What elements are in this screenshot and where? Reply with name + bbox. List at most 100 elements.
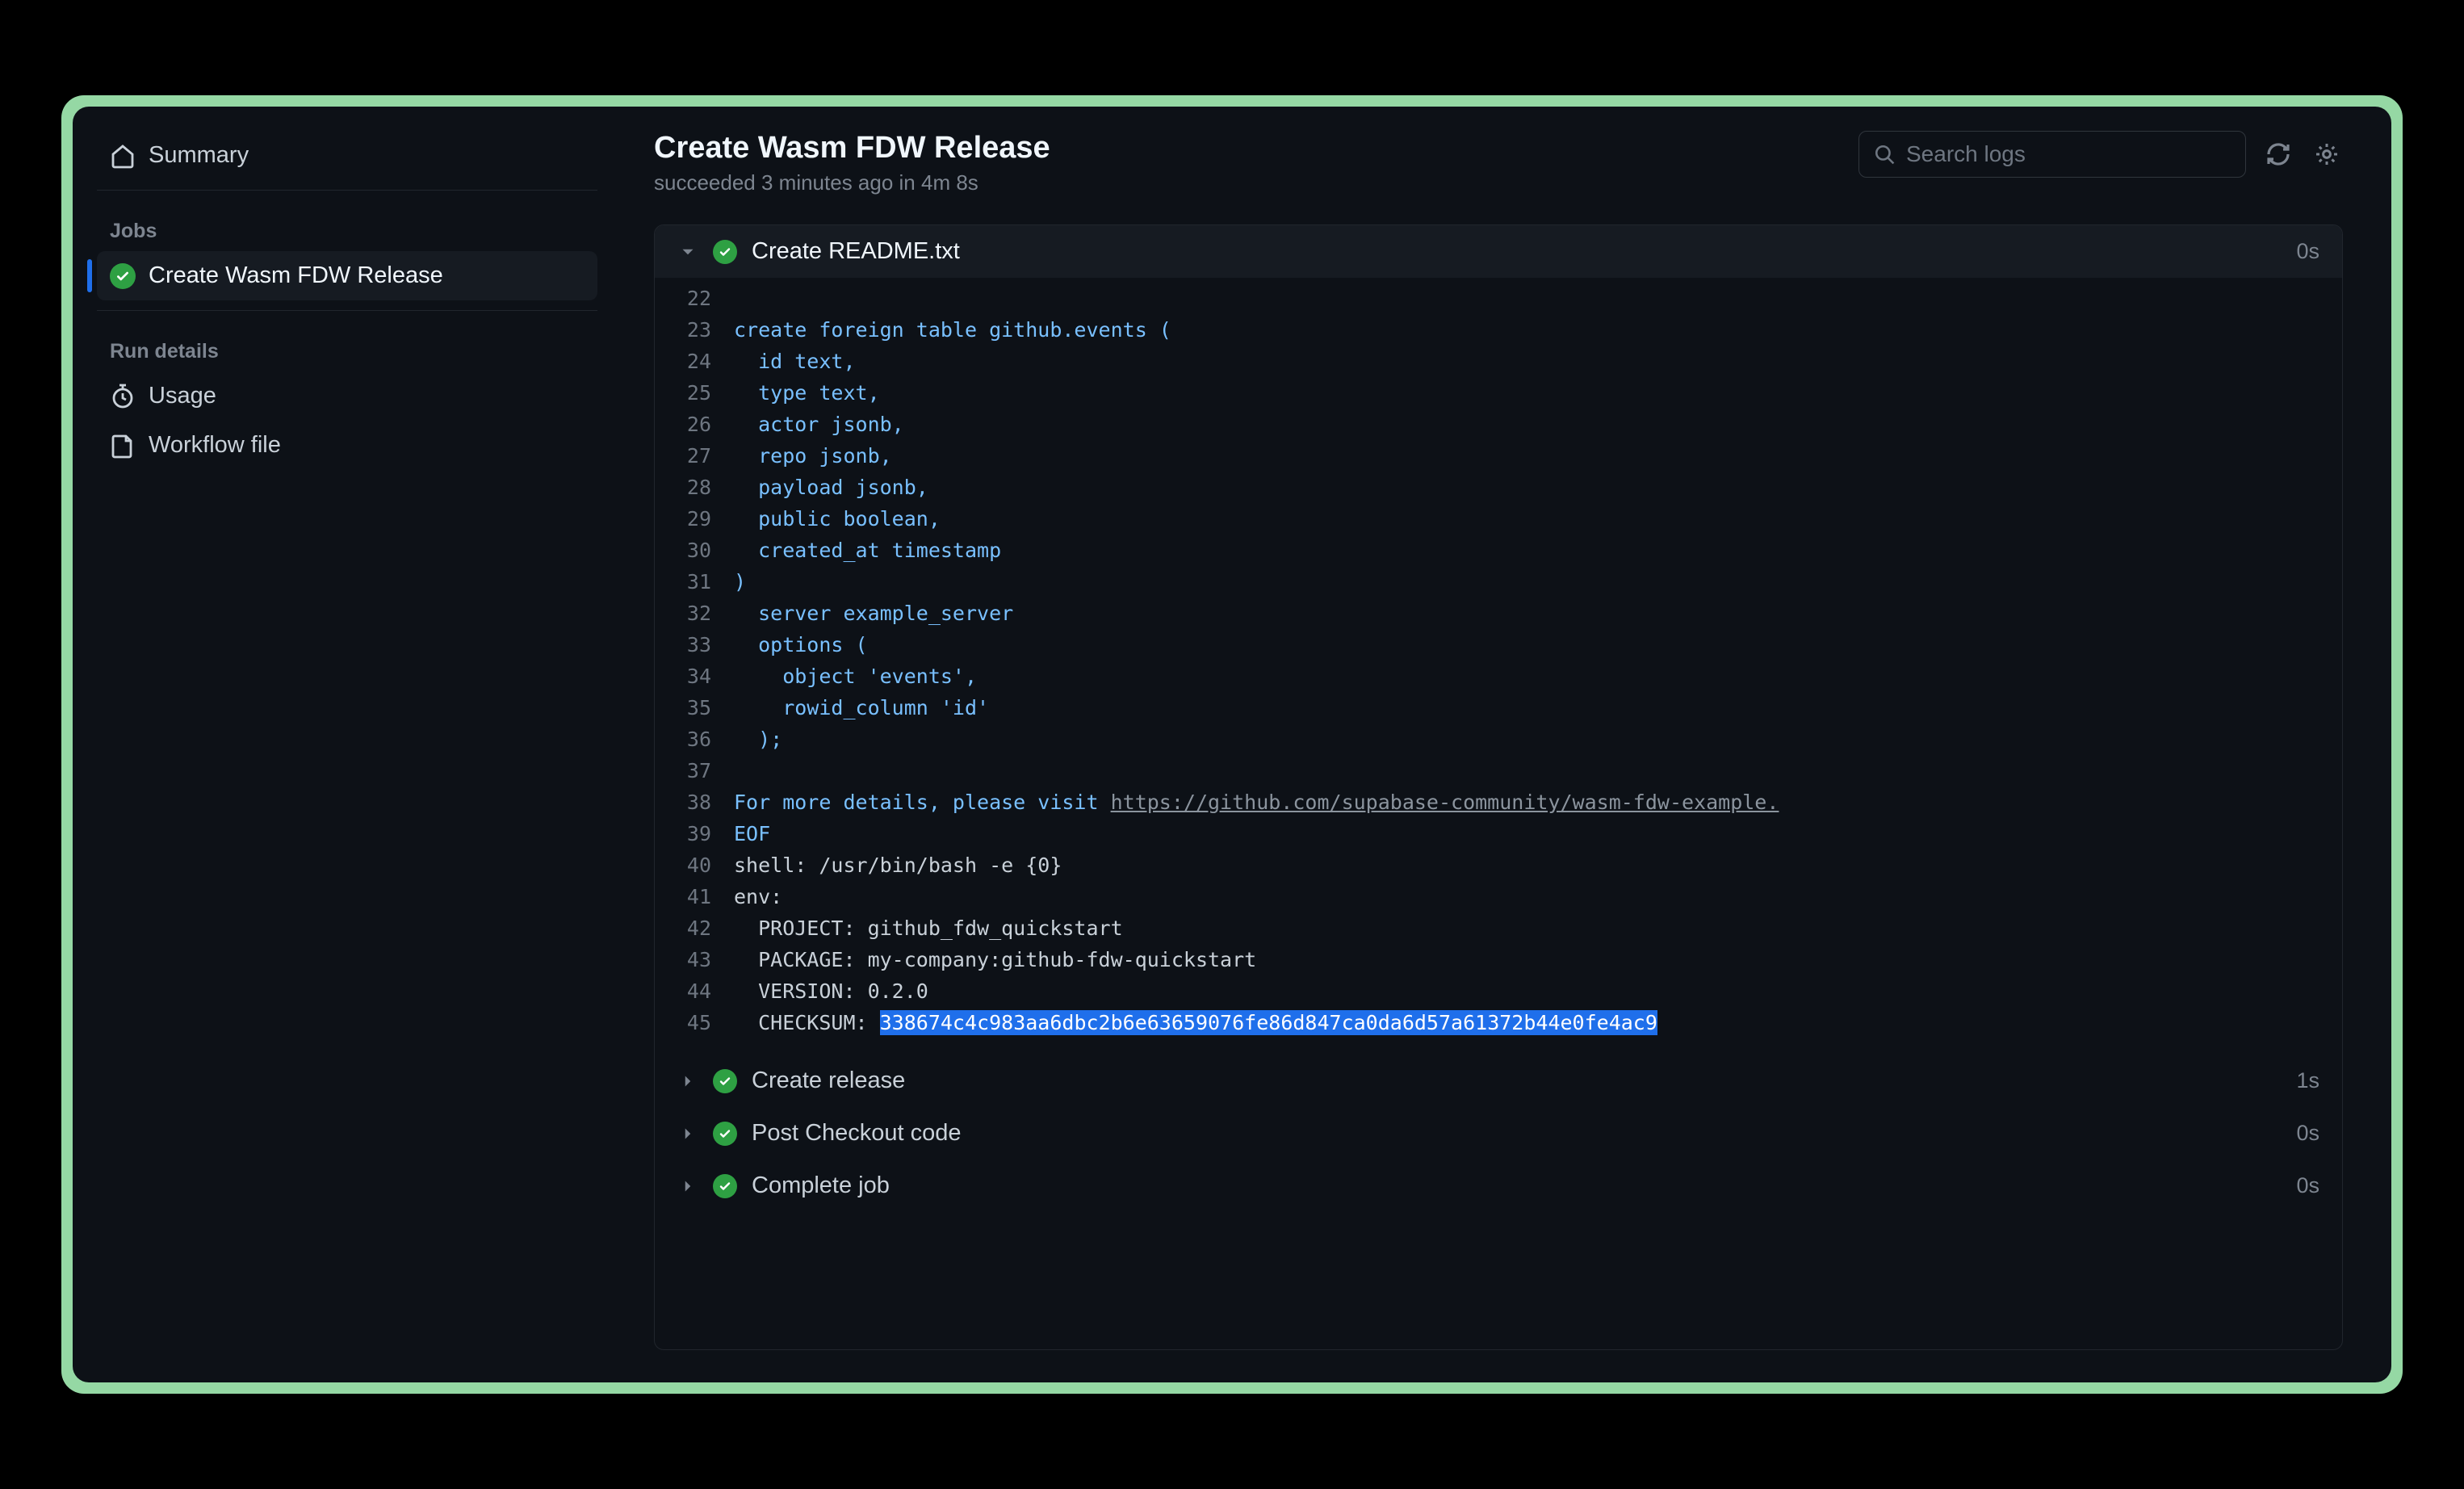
line-content: type text, (734, 377, 880, 409)
line-number: 36 (677, 724, 734, 755)
line-number: 31 (677, 566, 734, 598)
step-header-collapsed[interactable]: Create release 1s (655, 1055, 2342, 1107)
log-line: 31) (655, 566, 2342, 598)
line-content: server example_server (734, 598, 1013, 629)
line-content: actor jsonb, (734, 409, 904, 440)
log-line: 34 object 'events', (655, 661, 2342, 692)
divider (97, 310, 597, 311)
log-line: 29 public boolean, (655, 503, 2342, 535)
log-line: 24 id text, (655, 346, 2342, 377)
sidebar-job-active[interactable]: Create Wasm FDW Release (97, 251, 597, 300)
log-line: 27 repo jsonb, (655, 440, 2342, 472)
log-line: 36 ); (655, 724, 2342, 755)
step-name: Create README.txt (752, 238, 960, 265)
log-line: 26 actor jsonb, (655, 409, 2342, 440)
line-number: 37 (677, 755, 734, 786)
step-header-collapsed[interactable]: Complete job0s (655, 1160, 2342, 1212)
line-content: object 'events', (734, 661, 977, 692)
search-box[interactable] (1858, 131, 2246, 178)
step-duration: 0s (2296, 239, 2319, 264)
stopwatch-icon (110, 384, 136, 409)
log-line: 32 server example_server (655, 598, 2342, 629)
step-duration: 1s (2296, 1068, 2319, 1093)
line-content: VERSION: 0.2.0 (734, 975, 928, 1007)
log-line: 43 PACKAGE: my-company:github-fdw-quicks… (655, 944, 2342, 975)
line-content: payload jsonb, (734, 472, 928, 503)
search-input[interactable] (1906, 141, 2231, 167)
log-line: 41env: (655, 881, 2342, 912)
line-content: EOF (734, 818, 770, 849)
line-number: 26 (677, 409, 734, 440)
line-number: 28 (677, 472, 734, 503)
sidebar: Summary Jobs Create Wasm FDW Release Run… (73, 107, 622, 1382)
line-content: ); (734, 724, 782, 755)
line-number: 41 (677, 881, 734, 912)
log-line: 35 rowid_column 'id' (655, 692, 2342, 724)
log-line: 37 (655, 755, 2342, 786)
log-body[interactable]: 2223create foreign table github.events (… (655, 278, 2342, 1055)
page-title: Create Wasm FDW Release (654, 131, 1050, 166)
refresh-icon (2265, 141, 2291, 167)
main-content: Create Wasm FDW Release succeeded 3 minu… (622, 107, 2391, 1382)
app-window: Summary Jobs Create Wasm FDW Release Run… (73, 107, 2391, 1382)
log-line: 28 payload jsonb, (655, 472, 2342, 503)
step-header-expanded[interactable]: Create README.txt 0s (655, 225, 2342, 278)
step-name: Create release (752, 1067, 905, 1094)
line-number: 35 (677, 692, 734, 724)
log-line: 30 created_at timestamp (655, 535, 2342, 566)
chevron-right-icon (677, 1071, 698, 1092)
chevron-down-icon (677, 241, 698, 262)
sidebar-workflow-file-label: Workflow file (149, 432, 281, 459)
success-check-icon (110, 263, 136, 289)
header-titles: Create Wasm FDW Release succeeded 3 minu… (654, 131, 1050, 195)
step-name: Post Checkout code (752, 1120, 962, 1147)
refresh-button[interactable] (2262, 138, 2294, 170)
success-check-icon (713, 240, 737, 264)
sidebar-job-label: Create Wasm FDW Release (149, 262, 443, 289)
chevron-right-icon (677, 1123, 698, 1144)
line-number: 30 (677, 535, 734, 566)
sidebar-summary[interactable]: Summary (97, 131, 597, 180)
log-line: 40shell: /usr/bin/bash -e {0} (655, 849, 2342, 881)
step-header-collapsed[interactable]: Post Checkout code 0s (655, 1107, 2342, 1160)
line-number: 27 (677, 440, 734, 472)
line-content: public boolean, (734, 503, 941, 535)
line-content: created_at timestamp (734, 535, 1001, 566)
line-content: env: (734, 881, 782, 912)
log-line: 22 (655, 283, 2342, 314)
line-number: 39 (677, 818, 734, 849)
line-number: 44 (677, 975, 734, 1007)
success-check-icon (713, 1174, 737, 1198)
log-line: 23create foreign table github.events ( (655, 314, 2342, 346)
file-icon (110, 433, 136, 459)
line-number: 40 (677, 849, 734, 881)
settings-button[interactable] (2311, 138, 2343, 170)
line-number: 45 (677, 1007, 734, 1038)
log-line: 33 options ( (655, 629, 2342, 661)
line-content: For more details, please visit https://g… (734, 786, 1779, 818)
run-details-section-label: Run details (97, 321, 597, 371)
header-row: Create Wasm FDW Release succeeded 3 minu… (654, 131, 2343, 195)
success-check-icon (713, 1122, 737, 1146)
line-content: PACKAGE: my-company:github-fdw-quickstar… (734, 944, 1256, 975)
line-content: id text, (734, 346, 856, 377)
sidebar-usage[interactable]: Usage (97, 371, 597, 421)
line-number: 32 (677, 598, 734, 629)
line-number: 23 (677, 314, 734, 346)
log-panel: Create README.txt 0s 2223create foreign … (654, 224, 2343, 1350)
sidebar-usage-label: Usage (149, 383, 216, 409)
log-line: 39EOF (655, 818, 2342, 849)
sidebar-summary-label: Summary (149, 142, 249, 169)
log-line: 25 type text, (655, 377, 2342, 409)
screenshot-frame: Summary Jobs Create Wasm FDW Release Run… (61, 95, 2403, 1394)
home-icon (110, 143, 136, 169)
page-subtitle: succeeded 3 minutes ago in 4m 8s (654, 170, 1050, 195)
gear-icon (2314, 141, 2340, 167)
log-line: 38For more details, please visit https:/… (655, 786, 2342, 818)
line-content: options ( (734, 629, 868, 661)
step-name: Complete job (752, 1172, 890, 1199)
step-duration: 0s (2296, 1121, 2319, 1146)
sidebar-workflow-file[interactable]: Workflow file (97, 421, 597, 470)
line-number: 29 (677, 503, 734, 535)
jobs-section-label: Jobs (97, 200, 597, 251)
